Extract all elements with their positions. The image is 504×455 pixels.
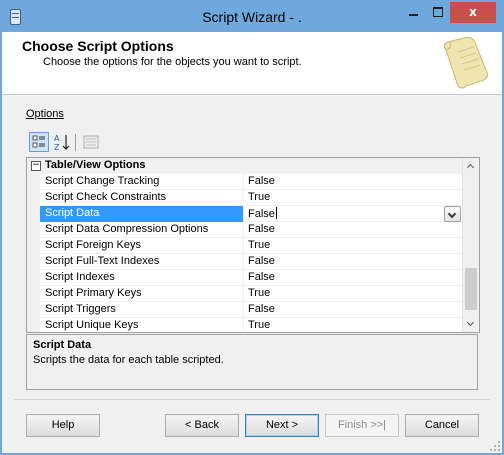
category-row[interactable]: − Table/View Options bbox=[27, 158, 463, 174]
finish-button[interactable]: Finish >>| bbox=[325, 414, 399, 437]
scrollbar-thumb[interactable] bbox=[465, 268, 477, 310]
vertical-scrollbar[interactable] bbox=[462, 158, 479, 332]
column-divider bbox=[243, 206, 244, 222]
property-value-editor[interactable]: False bbox=[248, 207, 277, 220]
property-name: Script Indexes bbox=[45, 271, 115, 283]
description-text: Scripts the data for each table scripted… bbox=[33, 354, 224, 366]
property-value[interactable]: True bbox=[248, 239, 270, 251]
page-title: Choose Script Options bbox=[22, 38, 174, 54]
dropdown-chevron-icon[interactable] bbox=[444, 206, 461, 222]
property-name: Script Check Constraints bbox=[45, 191, 167, 203]
minimize-button[interactable] bbox=[400, 2, 426, 23]
property-value[interactable]: False bbox=[248, 303, 275, 315]
description-panel: Script Data Scripts the data for each ta… bbox=[26, 334, 478, 390]
property-value[interactable]: False bbox=[248, 223, 275, 235]
property-name: Script Triggers bbox=[45, 303, 116, 315]
property-value[interactable]: False bbox=[248, 175, 275, 187]
property-pages-icon[interactable] bbox=[81, 132, 101, 152]
wizard-header: Choose Script Options Choose the options… bbox=[2, 32, 502, 95]
column-divider bbox=[243, 254, 244, 270]
cancel-button[interactable]: Cancel bbox=[405, 414, 479, 437]
svg-text:Z: Z bbox=[54, 143, 60, 152]
property-row[interactable]: Script Full-Text Indexes False bbox=[40, 254, 463, 270]
property-row[interactable]: Script Foreign Keys True bbox=[40, 238, 463, 254]
scroll-down-icon[interactable] bbox=[463, 316, 479, 332]
footer-divider bbox=[14, 399, 490, 400]
column-divider bbox=[243, 238, 244, 254]
help-button[interactable]: Help bbox=[26, 414, 100, 437]
next-button[interactable]: Next > bbox=[245, 414, 319, 437]
text-caret bbox=[275, 207, 277, 219]
column-divider bbox=[243, 302, 244, 318]
property-row[interactable]: Script Data Compression Options False bbox=[40, 222, 463, 238]
column-divider bbox=[243, 190, 244, 206]
property-row[interactable]: Script Change Tracking False bbox=[40, 174, 463, 190]
column-divider bbox=[243, 286, 244, 302]
column-divider bbox=[243, 270, 244, 286]
category-label: Table/View Options bbox=[45, 159, 146, 171]
alphabetical-icon[interactable]: A Z bbox=[52, 132, 72, 152]
maximize-button[interactable] bbox=[426, 2, 450, 23]
categorized-icon[interactable] bbox=[29, 132, 49, 152]
collapse-icon[interactable]: − bbox=[31, 161, 41, 171]
grid-gutter bbox=[27, 158, 40, 332]
property-name: Script Data Compression Options bbox=[45, 223, 209, 235]
property-name: Script Foreign Keys bbox=[45, 239, 141, 251]
property-name: Script Primary Keys bbox=[45, 287, 142, 299]
property-name: Script Unique Keys bbox=[45, 319, 139, 331]
property-row[interactable]: Script Triggers False bbox=[40, 302, 463, 318]
property-grid[interactable]: − Table/View Options Script Change Track… bbox=[26, 157, 480, 333]
column-divider bbox=[243, 222, 244, 238]
property-row[interactable]: Script Unique Keys True bbox=[40, 318, 463, 332]
scroll-up-icon[interactable] bbox=[463, 158, 479, 174]
column-divider bbox=[243, 318, 244, 332]
property-row[interactable]: Script Primary Keys True bbox=[40, 286, 463, 302]
description-title: Script Data bbox=[33, 339, 92, 351]
close-button[interactable]: x bbox=[450, 2, 496, 23]
property-value[interactable]: True bbox=[248, 319, 270, 331]
property-value[interactable]: False bbox=[248, 271, 275, 283]
page-subtitle: Choose the options for the objects you w… bbox=[43, 56, 302, 68]
property-name: Script Full-Text Indexes bbox=[45, 255, 160, 267]
property-name: Script Change Tracking bbox=[45, 175, 160, 187]
options-label: Options bbox=[26, 108, 64, 120]
property-row-selected[interactable]: Script Data False bbox=[40, 206, 463, 222]
toolbar-separator bbox=[75, 134, 76, 151]
back-button[interactable]: < Back bbox=[165, 414, 239, 437]
script-wizard-window: Script Wizard - . x Choose Script Option… bbox=[0, 0, 504, 455]
property-value-text: False bbox=[248, 208, 275, 220]
property-name: Script Data bbox=[40, 206, 243, 222]
svg-text:A: A bbox=[54, 134, 60, 143]
resize-grip-icon[interactable] bbox=[490, 441, 500, 451]
scroll-icon bbox=[443, 36, 489, 89]
options-label-text: Options bbox=[26, 108, 64, 120]
property-row[interactable]: Script Check Constraints True bbox=[40, 190, 463, 206]
property-value[interactable]: False bbox=[248, 255, 275, 267]
property-value[interactable]: True bbox=[248, 191, 270, 203]
property-value[interactable]: True bbox=[248, 287, 270, 299]
column-divider bbox=[243, 174, 244, 190]
title-bar[interactable]: Script Wizard - . x bbox=[2, 2, 502, 32]
property-row[interactable]: Script Indexes False bbox=[40, 270, 463, 286]
